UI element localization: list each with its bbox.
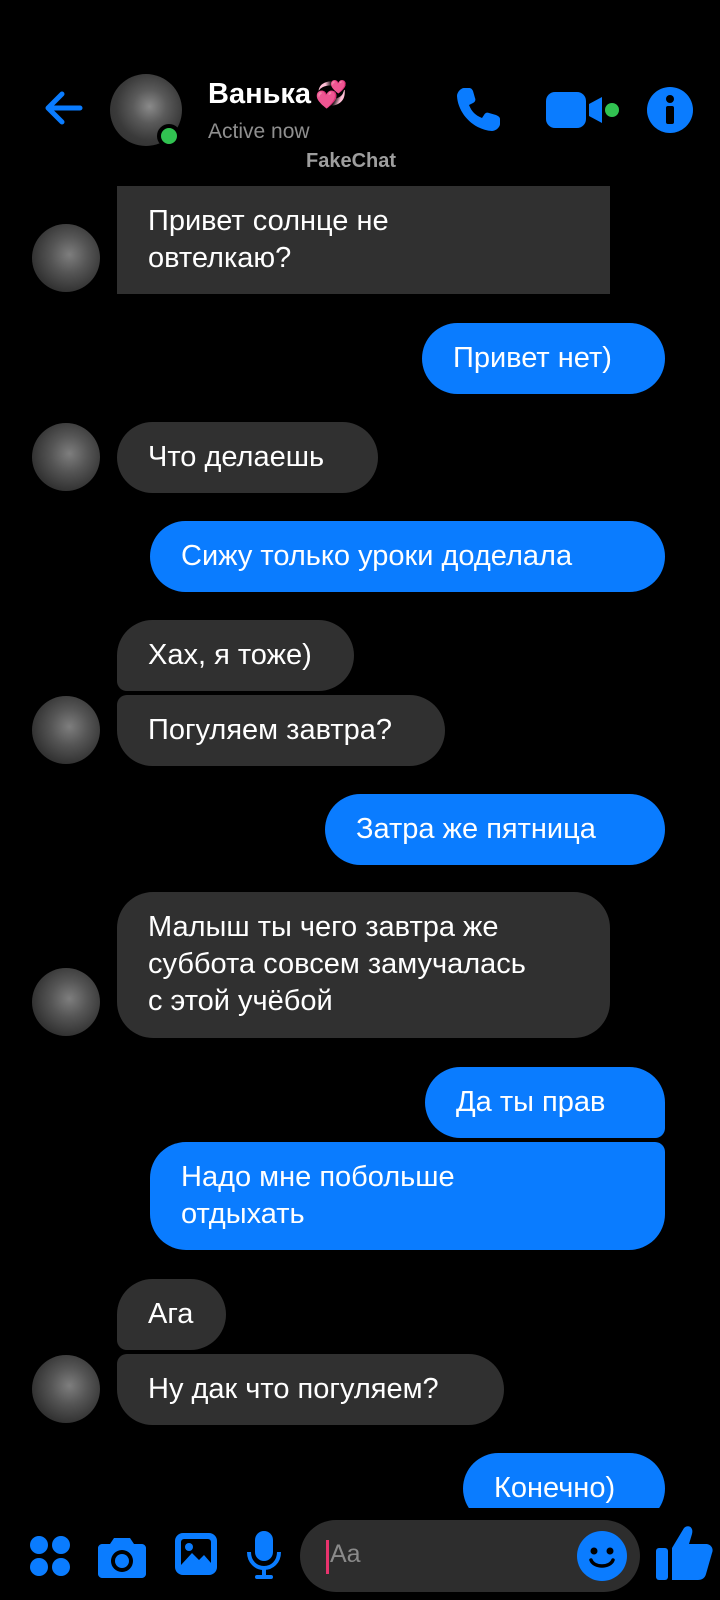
- incoming-message[interactable]: Ага: [117, 1279, 226, 1350]
- text-cursor: [326, 1540, 329, 1574]
- outgoing-message[interactable]: Конечно): [463, 1453, 665, 1508]
- outgoing-message[interactable]: Надо мне побольше отдыхать: [150, 1142, 665, 1250]
- message-text-line: Ага: [148, 1298, 194, 1330]
- video-call-icon[interactable]: [546, 88, 622, 132]
- back-arrow-icon[interactable]: [40, 84, 88, 132]
- message-text-line: Привет солнце не: [148, 205, 389, 237]
- emoji-icon[interactable]: [576, 1530, 628, 1582]
- message-text-line: отдыхать: [181, 1198, 305, 1230]
- incoming-message[interactable]: Хах, я тоже): [117, 620, 354, 691]
- message-text-line: Надо мне побольше: [181, 1161, 455, 1193]
- message-input-placeholder: Aa: [330, 1540, 361, 1568]
- contact-avatar-small[interactable]: [32, 1355, 100, 1423]
- hearts-emoji: 💞: [315, 79, 348, 109]
- message-text-line: Да ты прав: [456, 1086, 606, 1118]
- contact-avatar-small[interactable]: [32, 423, 100, 491]
- message-text-line: Погуляем завтра?: [148, 714, 393, 746]
- microphone-icon[interactable]: [246, 1530, 282, 1580]
- online-status-dot: [157, 124, 181, 148]
- contact-name-row[interactable]: Ванька 💞: [208, 78, 347, 111]
- camera-icon[interactable]: [98, 1534, 146, 1578]
- watermark: FakeChat: [306, 150, 397, 172]
- incoming-message[interactable]: Что делаешь: [117, 422, 378, 493]
- message-text-line: Конечно): [494, 1472, 616, 1504]
- contact-avatar-small[interactable]: [32, 968, 100, 1036]
- outgoing-message[interactable]: Сижу только уроки доделала: [150, 521, 665, 592]
- outgoing-message[interactable]: Привет нет): [422, 323, 665, 394]
- contact-avatar-small[interactable]: [32, 224, 100, 292]
- message-text-line: Хах, я тоже): [148, 639, 312, 671]
- phone-call-icon[interactable]: [452, 82, 506, 136]
- message-input[interactable]: Aa: [300, 1520, 640, 1592]
- incoming-message[interactable]: Малыш ты чего завтра же суббота совсем за…: [117, 892, 610, 1038]
- incoming-message[interactable]: Привет солнце не овтелкаю?: [117, 186, 610, 294]
- contact-name: Ванька: [208, 78, 312, 110]
- incoming-message[interactable]: Погуляем завтра?: [117, 695, 445, 766]
- outgoing-message[interactable]: Да ты прав: [425, 1067, 665, 1138]
- outgoing-message[interactable]: Затра же пятница: [325, 794, 665, 865]
- chat-header: Ванька 💞 Active now FakeChat: [0, 0, 720, 180]
- message-text-line: с этой учёбой: [148, 985, 333, 1017]
- info-icon[interactable]: [646, 86, 694, 134]
- contact-avatar-small[interactable]: [32, 696, 100, 764]
- message-text-line: Ну дак что погуляем?: [148, 1373, 439, 1405]
- message-text-line: Сижу только уроки доделала: [181, 540, 573, 572]
- message-text-line: Малыш ты чего завтра же: [148, 911, 499, 943]
- incoming-message[interactable]: Ну дак что погуляем?: [117, 1354, 504, 1425]
- presence-status: Active now: [208, 120, 310, 143]
- composer-bar: Aa: [0, 1508, 720, 1600]
- thumbs-up-icon[interactable]: [654, 1522, 714, 1582]
- message-thread[interactable]: Привет солнце не овтелкаю? Привет нет) Чт…: [0, 180, 720, 1508]
- gallery-icon[interactable]: [174, 1532, 218, 1576]
- message-text-line: Затра же пятница: [356, 813, 596, 845]
- message-text-line: овтелкаю?: [148, 242, 292, 274]
- message-text-line: Что делаешь: [148, 441, 325, 473]
- apps-menu-icon[interactable]: [28, 1534, 72, 1578]
- message-text-line: суббота совсем замучалась: [148, 948, 526, 980]
- message-text-line: Привет нет): [453, 342, 612, 374]
